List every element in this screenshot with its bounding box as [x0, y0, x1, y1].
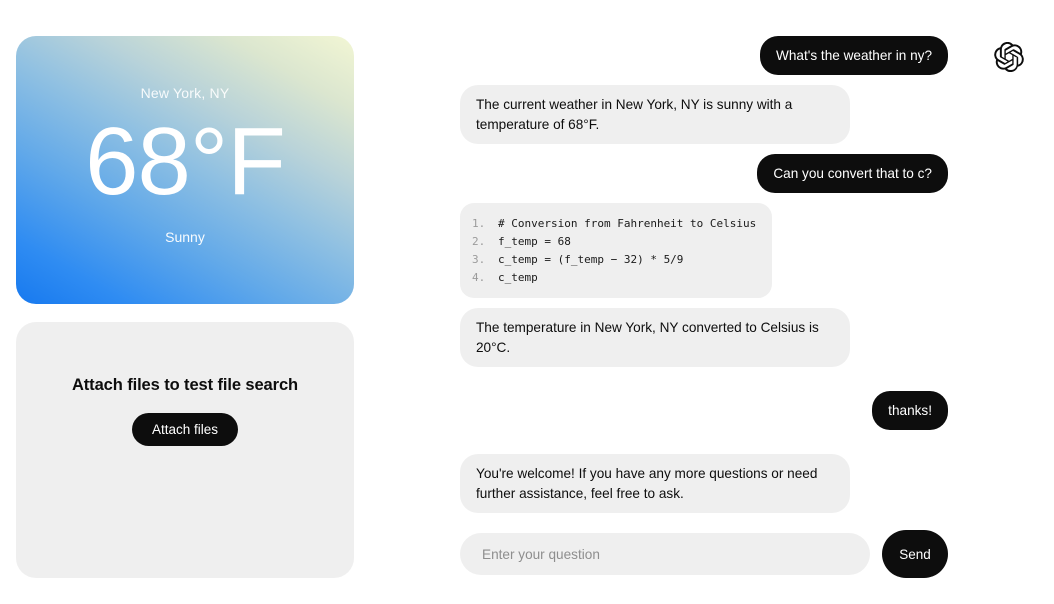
- question-input[interactable]: [460, 533, 870, 575]
- message-row: What's the weather in ny?: [460, 36, 948, 76]
- send-button[interactable]: Send: [882, 530, 948, 578]
- message-row: You're welcome! If you have any more que…: [460, 454, 948, 513]
- code-line-number: 1.: [472, 217, 486, 231]
- code-line: 2. f_temp = 68: [472, 233, 756, 251]
- code-line-text: c_temp = (f_temp − 32) * 5/9: [498, 252, 684, 266]
- user-message-bubble: thanks!: [872, 391, 948, 431]
- weather-city-label: New York, NY: [140, 85, 230, 101]
- message-row: Can you convert that to c?: [460, 153, 948, 194]
- code-line: 3. c_temp = (f_temp − 32) * 5/9: [472, 251, 756, 269]
- attach-files-button[interactable]: Attach files: [131, 412, 239, 447]
- code-line: 4. c_temp: [472, 269, 756, 287]
- code-line-number: 4.: [472, 270, 486, 284]
- code-line-number: 3.: [472, 252, 486, 266]
- left-column: New York, NY 68°F Sunny Attach files to …: [16, 36, 354, 578]
- message-row: 1. # Conversion from Fahrenheit to Celsi…: [460, 203, 948, 299]
- code-block: 1. # Conversion from Fahrenheit to Celsi…: [460, 203, 773, 299]
- file-search-panel: Attach files to test file search Attach …: [16, 322, 354, 578]
- assistant-message-bubble: You're welcome! If you have any more que…: [460, 454, 850, 513]
- weather-condition: Sunny: [165, 229, 205, 245]
- weather-temperature: 68°F: [85, 108, 286, 215]
- code-line-text: # Conversion from Fahrenheit to Celsius: [498, 217, 757, 231]
- code-line-text: c_temp: [498, 270, 538, 284]
- composer: Send: [460, 530, 948, 578]
- file-panel-title: Attach files to test file search: [71, 375, 299, 394]
- message-row: thanks!: [460, 391, 948, 431]
- code-line-text: f_temp = 68: [498, 235, 571, 248]
- message-list: What's the weather in ny? The current we…: [460, 36, 948, 523]
- app-root: New York, NY 68°F Sunny Attach files to …: [0, 0, 1054, 604]
- message-row: The current weather in New York, NY is s…: [460, 85, 948, 144]
- user-message-bubble: What's the weather in ny?: [760, 36, 948, 76]
- openai-logo-icon: [994, 41, 1024, 73]
- code-line-number: 2.: [472, 235, 486, 248]
- message-row: The temperature in New York, NY converte…: [460, 308, 948, 368]
- chat-column: What's the weather in ny? The current we…: [460, 36, 1024, 578]
- user-message-bubble: Can you convert that to c?: [757, 153, 948, 194]
- code-line: 1. # Conversion from Fahrenheit to Celsi…: [472, 215, 756, 233]
- assistant-message-bubble: The current weather in New York, NY is s…: [460, 85, 850, 144]
- assistant-message-bubble: The temperature in New York, NY converte…: [460, 308, 850, 368]
- weather-card: New York, NY 68°F Sunny: [16, 36, 354, 304]
